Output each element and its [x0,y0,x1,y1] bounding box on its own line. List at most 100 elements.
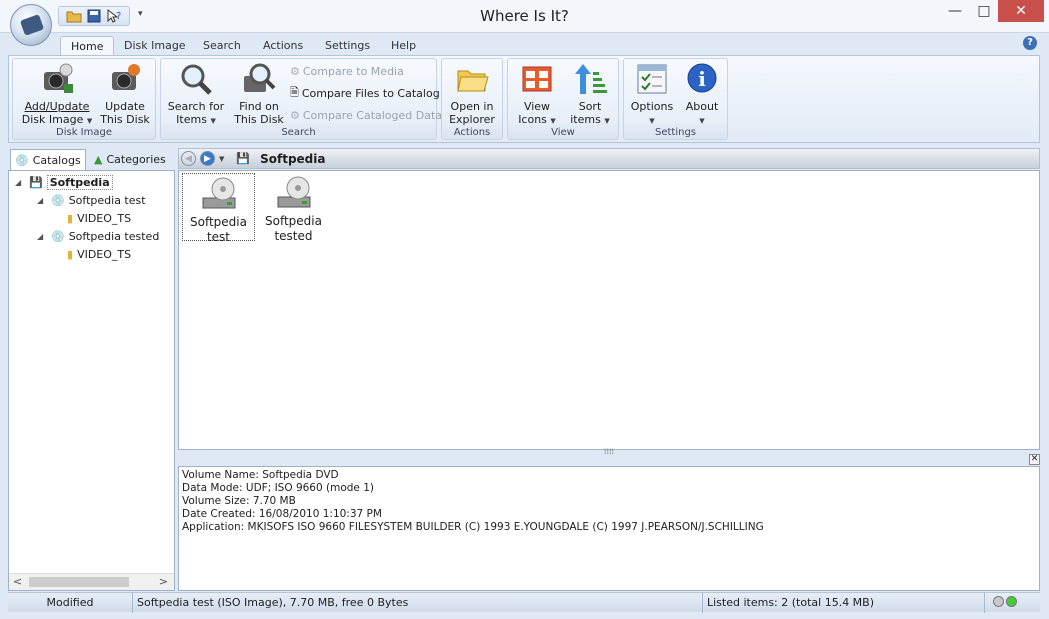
folder-icon: ▮ [67,247,74,261]
back-icon[interactable]: ◀ [181,151,196,166]
tab-help[interactable]: Help [381,36,426,56]
collapse-icon[interactable]: ◢ [37,196,47,205]
group-label-disk-image: Disk Image [56,127,112,138]
group-actions: Open in Explorer Actions [441,58,503,140]
ribbon: Add/Update Disk Image ▼ Update This Disk… [8,55,1040,143]
tree-node-root[interactable]: ◢ 💾 Softpedia [15,173,113,191]
group-settings: Options ▼ i About ▼ Settings [623,58,728,140]
history-dropdown-icon[interactable]: ▼ [219,155,224,163]
compare-media-icon: ⚙ [290,64,300,78]
categories-icon: ▲ [94,153,103,166]
compare-files-icon: 🗎 [290,85,299,99]
options-button[interactable]: Options ▼ [630,62,674,128]
forward-icon[interactable]: ▶ [200,151,215,166]
info-panel-header: ✕ [178,454,1040,465]
minimize-button[interactable]: — [940,0,970,22]
info-line: Date Created: 16/08/2010 1:10:37 PM [182,508,382,520]
list-item[interactable]: Softpedia test [182,173,255,244]
folder-icon: ▮ [67,211,74,225]
tree-horizontal-scrollbar[interactable]: < > [9,573,174,590]
magnifier-disk-icon [242,62,276,96]
group-view: View Icons ▼ Sort items ▼ View [507,58,619,140]
group-label-actions: Actions [453,127,491,138]
info-icon: i [685,62,719,96]
status-indicators [993,596,1017,607]
disk-icon: 💿 [51,229,65,243]
close-button[interactable]: ✕ [998,0,1044,22]
compare-data-icon: ⚙ [290,108,300,122]
open-in-explorer-button[interactable]: Open in Explorer [445,62,499,126]
disk-icon: 💿 [51,193,65,207]
camera-refresh-icon [108,62,142,96]
group-search: Search for Items ▼ Find on This Disk ⚙ C… [160,58,442,140]
options-checklist-icon [635,62,669,96]
sort-arrow-icon [573,62,607,96]
camera-disk-icon [40,62,74,96]
window-title: Where Is It? [480,7,569,25]
info-line: Data Mode: UDF; ISO 9660 (mode 1) [182,482,374,494]
info-line: Volume Name: Softpedia DVD [182,469,339,481]
scroll-right-icon[interactable]: > [159,575,168,588]
tab-settings[interactable]: Settings [315,36,380,56]
compare-files-to-catalog-button[interactable]: 🗎 Compare Files to Catalog [290,84,440,102]
tab-home[interactable]: Home [60,36,115,56]
items-view: Softpedia test Softpedia tested [178,170,1040,450]
ribbon-tabs: Home Disk Image Search Actions Settings … [0,33,1049,56]
magnifier-icon [179,62,213,96]
help-icon[interactable]: ? [1023,36,1037,50]
sort-items-button[interactable]: Sort items ▼ [566,62,614,128]
catalog-root-icon: 💾 [29,175,43,189]
tab-actions[interactable]: Actions [253,36,313,56]
tab-categories[interactable]: ▲ Categories [90,149,170,170]
close-info-panel-icon[interactable]: ✕ [1029,454,1040,465]
application-menu-button[interactable] [10,4,52,46]
info-line: Application: MKISOFS ISO 9660 FILESYSTEM… [182,521,764,533]
breadcrumb: ◀ ▶ ▼ 💾 Softpedia [178,148,1040,169]
find-on-this-disk-button[interactable]: Find on This Disk [231,62,287,126]
add-update-disk-image-button[interactable]: Add/Update Disk Image ▼ [19,62,95,128]
scroll-left-icon[interactable]: < [13,575,22,588]
svg-text:i: i [698,67,706,91]
tab-search[interactable]: Search [193,36,251,56]
collapse-icon[interactable]: ◢ [37,232,47,241]
about-button[interactable]: i About ▼ [680,62,724,128]
catalogs-icon: 💿 [15,153,29,167]
folder-open-icon [455,62,489,96]
search-for-items-button[interactable]: Search for Items ▼ [165,62,227,128]
collapse-icon[interactable]: ◢ [15,178,25,187]
disk-info-panel: Volume Name: Softpedia DVD Data Mode: UD… [178,466,1040,591]
tree-node-folder[interactable]: ▮ VIDEO_TS [67,209,131,227]
tree-node-disk[interactable]: ◢ 💿 Softpedia tested [37,227,159,245]
group-disk-image: Add/Update Disk Image ▼ Update This Disk… [12,58,156,140]
group-label-settings: Settings [654,127,696,138]
tree-node-folder[interactable]: ▮ VIDEO_TS [67,245,131,263]
status-modified: Modified [8,593,133,613]
breadcrumb-title: Softpedia [260,151,326,166]
app-logo-icon [19,14,45,36]
info-line: Volume Size: 7.70 MB [182,495,296,507]
view-icons-button[interactable]: View Icons ▼ [512,62,562,128]
tab-disk-image[interactable]: Disk Image [114,36,196,56]
catalog-small-icon: 💾 [236,152,251,165]
left-panel-tabs: 💿 Catalogs ▲ Categories [8,148,175,170]
status-listed-items: Listed items: 2 (total 15.4 MB) [703,593,985,613]
maximize-button[interactable]: □ [970,0,998,22]
status-led-icon [1006,596,1017,607]
group-label-search: Search [281,127,316,138]
status-bar: Modified Softpedia test (ISO Image), 7.7… [8,592,1040,613]
status-selection: Softpedia test (ISO Image), 7.70 MB, fre… [133,593,703,613]
compare-cataloged-data-button[interactable]: ⚙ Compare Cataloged Data [290,106,442,124]
update-this-disk-button[interactable]: Update This Disk [99,62,151,126]
view-icons-icon [520,62,554,96]
group-label-view: View [551,127,575,138]
tab-catalogs[interactable]: 💿 Catalogs [10,149,86,170]
disk-drive-icon [276,175,312,211]
scroll-thumb[interactable] [29,577,129,587]
status-led-icon [993,596,1004,607]
title-bar: ? ▾ Where Is It? — □ ✕ [0,0,1049,33]
compare-to-media-button[interactable]: ⚙ Compare to Media [290,62,404,80]
list-item[interactable]: Softpedia tested [257,173,330,243]
tree-node-disk[interactable]: ◢ 💿 Softpedia test [37,191,146,209]
disk-drive-icon [201,176,237,212]
catalog-tree: ◢ 💾 Softpedia ◢ 💿 Softpedia test ▮ VIDEO… [8,170,175,591]
